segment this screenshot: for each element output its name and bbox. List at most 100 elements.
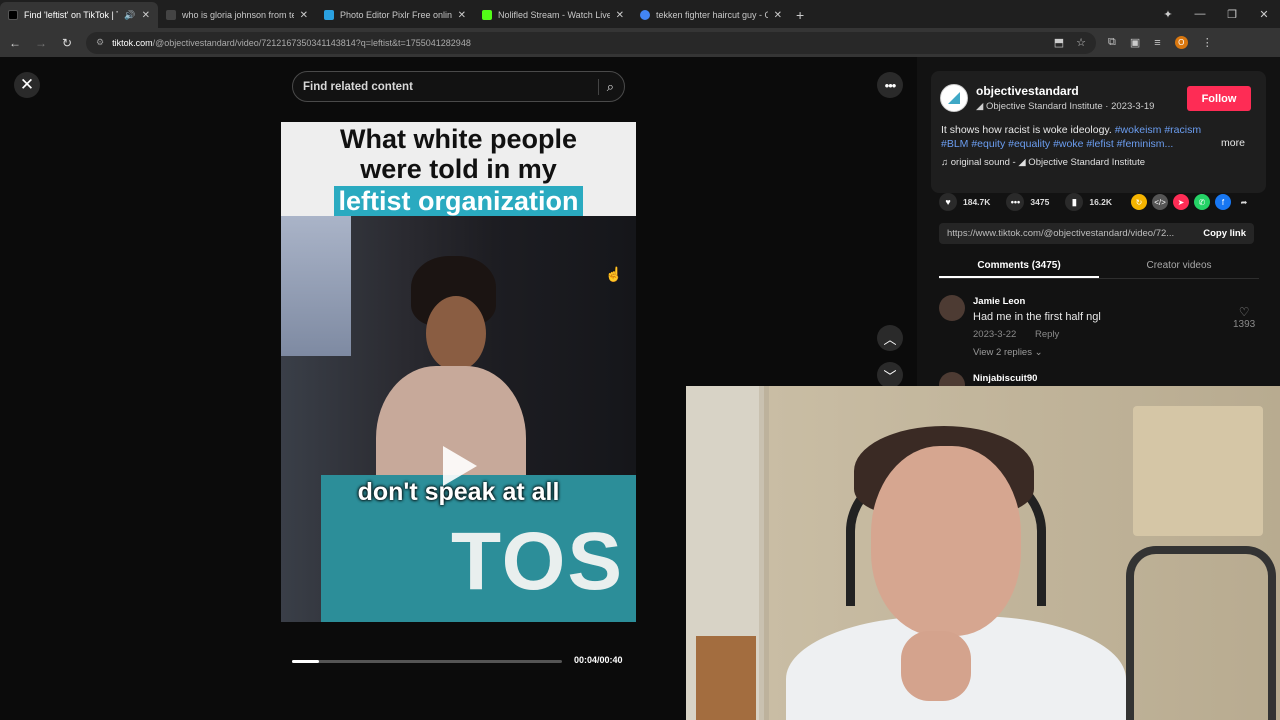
bookmark-icon[interactable]: ▮ (1065, 193, 1084, 211)
panel-tabs: Comments (3475) Creator videos (939, 253, 1259, 279)
search-placeholder: Find related content (303, 80, 413, 93)
webcam-overlay (686, 386, 1280, 720)
address-bar[interactable]: ⚙ tiktok.com/@objectivestandard/video/72… (86, 31, 1096, 54)
description-card: objectivestandard ◢ Objective Standard I… (931, 71, 1266, 193)
comment-item: Jamie Leon Had me in the first half ngl … (939, 295, 1259, 365)
profile-avatar-icon[interactable]: O (1174, 36, 1188, 49)
minimize-icon[interactable]: — (1184, 8, 1216, 20)
facebook-icon[interactable]: f (1215, 194, 1231, 210)
back-icon[interactable]: ← (8, 36, 22, 50)
url-path: /@objectivestandard/video/72121673503411… (152, 37, 471, 48)
close-video-button[interactable]: ✕ (14, 72, 40, 98)
browser-tab-gloria[interactable]: who is gloria johnson from tennessee ✕ (158, 2, 316, 28)
overlay-line-1: What white people (339, 124, 577, 154)
tab-title: who is gloria johnson from tennessee (182, 10, 294, 20)
favicon-icon (166, 10, 176, 20)
tab-creator-videos[interactable]: Creator videos (1099, 253, 1259, 278)
install-icon[interactable]: ⬒ (1054, 36, 1064, 49)
comment-like[interactable]: ♡ 1393 (1233, 305, 1255, 330)
overlay-highlight: leftist organization (334, 186, 583, 217)
new-tab-icon[interactable]: + (796, 2, 804, 28)
pixlr-favicon-icon (324, 10, 334, 20)
related-search-input[interactable]: Find related content ⌕ (292, 71, 625, 102)
extensions-icon[interactable]: ⧉ (1108, 36, 1116, 49)
browser-tab-pixlr[interactable]: Photo Editor Pixlr Free online Image ✕ (316, 2, 474, 28)
kick-favicon-icon (482, 10, 492, 20)
streamer-face (871, 446, 1021, 636)
window-close-icon[interactable]: ✕ (1248, 8, 1280, 21)
browser-tab-kick[interactable]: Nolifled Stream - Watch Live on ✕ (474, 2, 632, 28)
hashtags-line-1[interactable]: #wokeism #racism (1115, 124, 1201, 136)
restore-icon[interactable]: ❐ (1216, 8, 1248, 21)
comment-heart-icon[interactable]: ♡ (1233, 305, 1255, 319)
site-info-icon[interactable]: ⚙ (96, 37, 104, 48)
sound-text: original sound - ◢ Objective Standard In… (950, 157, 1146, 168)
menu-kebab-icon[interactable]: ⋮ (1202, 36, 1213, 49)
more-link[interactable]: more (1221, 137, 1245, 149)
next-video-button[interactable]: ﹀ (877, 362, 903, 388)
gemini-icon[interactable]: ✦ (1152, 8, 1184, 21)
streamer-hand (901, 631, 971, 701)
video-title-overlay: What white people were told in my leftis… (281, 122, 636, 217)
reload-icon[interactable]: ↻ (60, 36, 74, 50)
webcam-shelf (696, 636, 756, 720)
like-heart-icon[interactable]: ♥ (939, 193, 957, 211)
close-tab-icon[interactable]: ✕ (616, 10, 624, 21)
embed-icon[interactable]: </> (1152, 194, 1168, 210)
comment-date: 2023-3-22 (973, 329, 1017, 340)
author-subtitle: ◢ Objective Standard Institute · 2023-3-… (976, 101, 1155, 112)
google-favicon-icon (640, 10, 650, 20)
hashtags-line-2[interactable]: #BLM #equity #equality #woke #lefist #fe… (941, 138, 1173, 150)
bookmark-star-icon[interactable]: ☆ (1076, 36, 1086, 49)
browser-tab-tiktok[interactable]: Find 'leftist' on TikTok | TikTok 🔊 ✕ (0, 2, 158, 28)
close-tab-icon[interactable]: ✕ (300, 10, 308, 21)
split-view-icon[interactable]: ▣ (1130, 36, 1140, 49)
save-count: 16.2K (1089, 197, 1113, 207)
forward-icon[interactable]: → (34, 36, 48, 50)
video-progress-bar[interactable] (292, 660, 562, 663)
commenter-name[interactable]: Jamie Leon (973, 296, 1025, 307)
webcam-exercise-bike (1126, 546, 1276, 720)
comment-icon[interactable]: ••• (1006, 193, 1025, 211)
webcam-towel (1133, 406, 1263, 536)
video-window-light (281, 216, 351, 356)
commenter-avatar[interactable] (939, 372, 965, 387)
author-avatar[interactable] (940, 84, 968, 112)
speaker-icon[interactable]: 🔊 (124, 10, 135, 21)
comment-reply-link[interactable]: Reply (1035, 329, 1059, 340)
video-link-box: https://www.tiktok.com/@objectivestandar… (939, 223, 1254, 244)
repost-icon[interactable]: ↻ (1131, 194, 1147, 210)
video-player[interactable]: What white people were told in my leftis… (281, 122, 636, 622)
comment-text: Had me in the first half ngl (973, 311, 1101, 323)
search-icon[interactable]: ⌕ (607, 79, 614, 95)
sound-info[interactable]: ♫ original sound - ◢ Objective Standard … (941, 157, 1145, 168)
previous-video-button[interactable]: ︿ (877, 325, 903, 351)
close-tab-icon[interactable]: ✕ (774, 10, 782, 21)
like-count: 184.7K (963, 197, 991, 207)
media-control-icon[interactable]: ≡ (1154, 37, 1160, 49)
browser-tab-google[interactable]: tekken fighter haircut guy - Google ✕ (632, 2, 790, 28)
commenter-name[interactable]: Ninjabiscuit90 (973, 373, 1037, 384)
video-link-url: https://www.tiktok.com/@objectivestandar… (947, 228, 1175, 239)
author-name[interactable]: objectivestandard (976, 84, 1079, 98)
share-arrow-icon[interactable]: ➦ (1236, 194, 1252, 210)
comment-like-count: 1393 (1233, 319, 1256, 330)
follow-button[interactable]: Follow (1187, 86, 1251, 111)
whatsapp-icon[interactable]: ✆ (1194, 194, 1210, 210)
mouse-cursor-icon: ☝ (605, 266, 623, 282)
copy-link-button[interactable]: Copy link (1203, 228, 1246, 239)
music-note-icon: ♫ (941, 157, 949, 168)
tab-comments[interactable]: Comments (3475) (939, 253, 1099, 278)
close-tab-icon[interactable]: ✕ (142, 10, 150, 21)
send-icon[interactable]: ➤ (1173, 194, 1189, 210)
tos-logo-icon (948, 92, 960, 104)
tab-title: Find 'leftist' on TikTok | TikTok (24, 10, 118, 20)
commenter-avatar[interactable] (939, 295, 965, 321)
comment-count: 3475 (1030, 197, 1050, 207)
video-description: It shows how racist is woke ideology. #w… (941, 123, 1203, 151)
tab-title: Nolifled Stream - Watch Live on (498, 10, 610, 20)
play-icon[interactable] (443, 446, 477, 486)
close-tab-icon[interactable]: ✕ (458, 10, 466, 21)
more-options-button[interactable]: ••• (877, 72, 903, 98)
view-replies-link[interactable]: View 2 replies ⌄ (973, 347, 1043, 358)
